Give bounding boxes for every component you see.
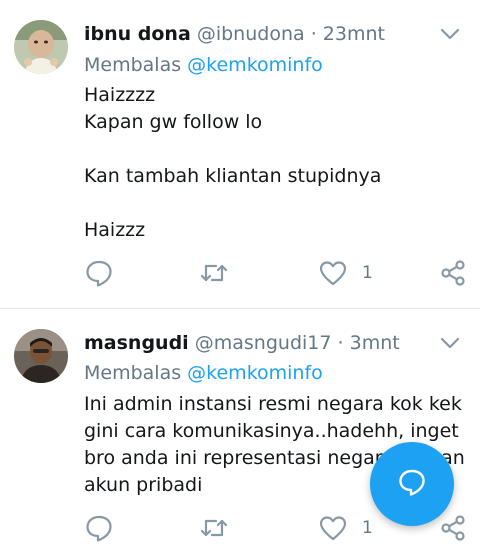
reply-prefix: Membalas	[84, 54, 182, 76]
tweet-line: Kapan gw follow lo	[84, 111, 263, 133]
chevron-down-icon[interactable]	[438, 22, 462, 46]
meta-separator: ·	[337, 332, 344, 354]
tweet-header: ibnu dona @ibnudona · 23mnt	[84, 19, 385, 49]
heart-icon[interactable]	[318, 513, 348, 543]
like-count: 1	[362, 518, 373, 538]
tweet-time[interactable]: 23mnt	[323, 23, 385, 45]
meta-separator: ·	[310, 23, 317, 45]
author-name[interactable]: masngudi	[84, 332, 189, 354]
chevron-down-icon[interactable]	[438, 331, 462, 355]
avatar[interactable]	[14, 329, 68, 383]
share-icon[interactable]	[438, 513, 468, 543]
tweet-line	[84, 136, 464, 163]
tweet-line: Ini admin instansi resmi negara kok kek	[84, 393, 462, 415]
compose-reply-icon	[397, 467, 427, 501]
retweet-icon[interactable]	[199, 258, 229, 288]
tweet-1[interactable]: ibnu dona @ibnudona · 23mnt Membalas @ke…	[0, 0, 480, 308]
author-handle[interactable]: @masngudi17	[195, 332, 332, 354]
tweet-header: masngudi @masngudi17 · 3mnt	[84, 328, 400, 358]
tweet-time[interactable]: 3mnt	[350, 332, 400, 354]
author-name[interactable]: ibnu dona	[84, 23, 191, 45]
tweet-line: Haizzz	[84, 219, 146, 241]
tweet-text: Haizzzz Kapan gw follow lo Kan tambah kl…	[84, 82, 464, 244]
reply-icon[interactable]	[84, 258, 114, 288]
compose-reply-button[interactable]	[370, 442, 454, 526]
reply-context: Membalas @kemkominfo	[84, 54, 323, 76]
reply-prefix: Membalas	[84, 362, 182, 384]
tweet-line: Haizzzz	[84, 84, 156, 106]
heart-icon[interactable]	[318, 258, 348, 288]
avatar[interactable]	[14, 20, 68, 74]
reply-handle-link[interactable]: @kemkominfo	[187, 54, 323, 76]
author-handle[interactable]: @ibnudona	[197, 23, 305, 45]
reply-context: Membalas @kemkominfo	[84, 362, 323, 384]
tweet-actions: 1	[0, 258, 480, 288]
like-count: 1	[362, 263, 373, 283]
retweet-icon[interactable]	[199, 513, 229, 543]
tweet-line	[84, 190, 464, 217]
share-icon[interactable]	[438, 258, 468, 288]
tweet-line: Kan tambah kliantan stupidnya	[84, 165, 382, 187]
tweet-line: gini cara komunikasinya..hadehh, inget	[84, 420, 459, 442]
reply-handle-link[interactable]: @kemkominfo	[187, 362, 323, 384]
reply-icon[interactable]	[84, 513, 114, 543]
